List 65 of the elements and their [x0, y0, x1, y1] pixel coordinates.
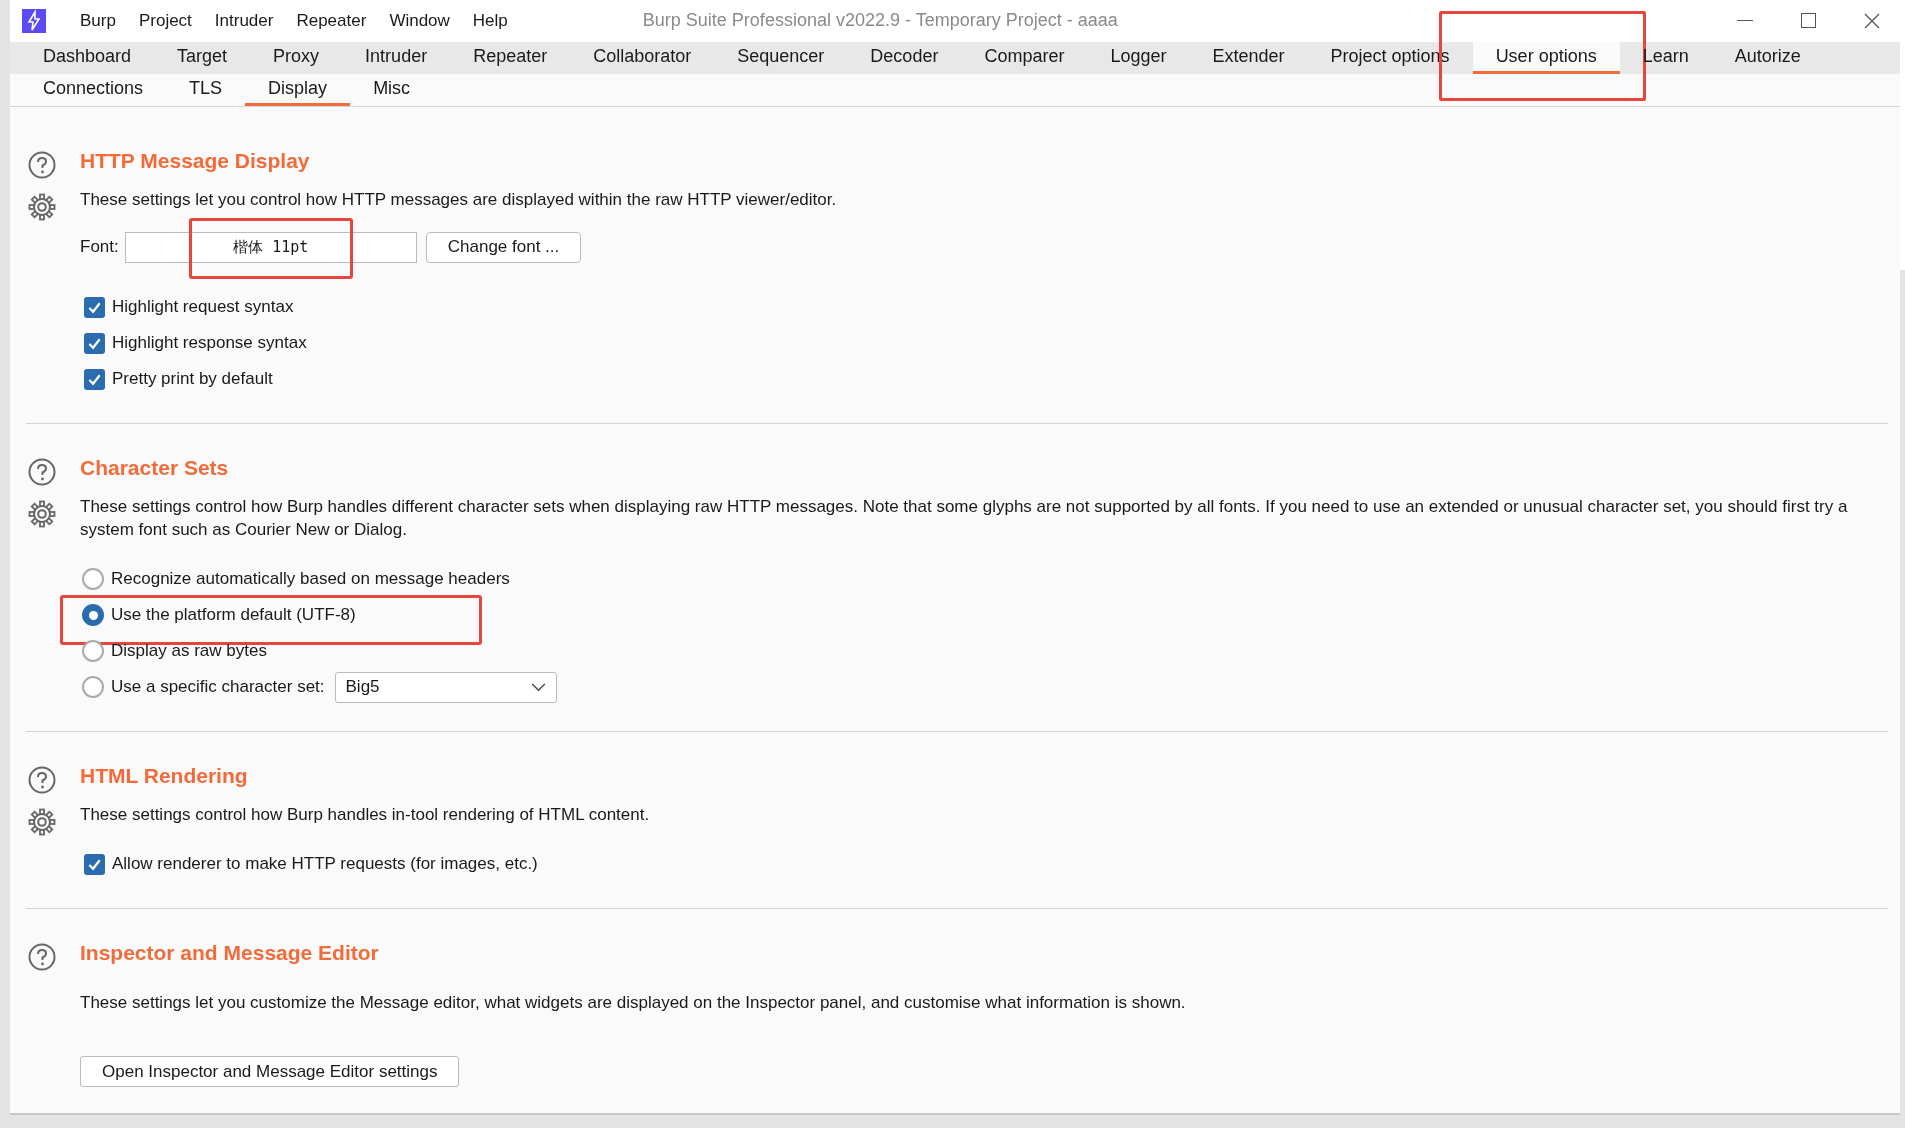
tab[interactable]: Extender	[1189, 41, 1308, 75]
radio-label: Use the platform default (UTF-8)	[111, 604, 356, 627]
tab[interactable]: Proxy	[250, 41, 343, 75]
tab[interactable]: User options	[1472, 41, 1620, 75]
menu-item[interactable]: Intruder	[214, 8, 274, 34]
maximize-icon[interactable]	[1801, 13, 1816, 29]
checkbox[interactable]	[84, 853, 105, 875]
open-settings-button[interactable]: Open Inspector and Message Editor settings	[80, 1056, 460, 1087]
close-icon[interactable]	[1864, 12, 1880, 29]
app-logo-icon	[22, 8, 46, 33]
radio-label: Recognize automatically based on message headers	[111, 568, 510, 591]
section-description: These settings control how Burp handles different character sets when displaying raw HTTP messages. Note that some glyphs are not supported by all fonts. If you need to use an extended or unusual character set, you should first try a system font such as Courier New or Dialog.	[80, 496, 1849, 541]
checkbox[interactable]	[84, 368, 105, 390]
radio-label: Use a specific character set:	[111, 676, 325, 699]
help-icon[interactable]	[28, 943, 56, 971]
change-font-button[interactable]: Change font ...	[425, 231, 582, 263]
radio-button[interactable]	[82, 640, 104, 662]
font-field[interactable]: 楷体 11pt	[124, 231, 417, 263]
tab[interactable]: Collaborator	[570, 41, 715, 75]
help-icon[interactable]	[28, 151, 56, 179]
help-icon[interactable]	[28, 458, 56, 486]
radio-button[interactable]	[82, 568, 104, 590]
radio-button[interactable]	[82, 676, 104, 698]
tab[interactable]: Comparer	[961, 41, 1088, 75]
settings-icon[interactable]	[28, 500, 56, 528]
tab[interactable]: Logger	[1087, 41, 1190, 75]
tab[interactable]: Dashboard	[20, 41, 155, 75]
minimize-icon[interactable]	[1737, 19, 1753, 22]
section-description: These settings let you control how HTTP messages are displayed within the raw HTTP viewer/editor.	[80, 189, 838, 211]
radio-button[interactable]	[82, 604, 104, 626]
help-icon[interactable]	[28, 766, 56, 794]
section-heading: Character Sets	[80, 455, 230, 481]
tab[interactable]: TLS	[166, 74, 246, 106]
window-title: Burp Suite Professional v2022.9 - Temporary Project - aaaa	[642, 9, 1118, 33]
tab[interactable]: Decoder	[847, 41, 962, 75]
section-description: These settings let you customize the Message editor, what widgets are displayed on the Inspector panel, and customise what information is shown.	[80, 992, 1187, 1014]
tab[interactable]: Connections	[20, 74, 167, 106]
section-description: These settings control how Burp handles in-tool rendering of HTML content.	[80, 804, 651, 826]
field-label: Font:	[80, 236, 119, 259]
tab[interactable]: Autorize	[1711, 41, 1824, 75]
checkbox-label: Pretty print by default	[112, 368, 273, 391]
settings-icon[interactable]	[28, 193, 56, 221]
checkbox-label: Highlight response syntax	[112, 332, 307, 355]
section-heading: HTML Rendering	[80, 763, 249, 789]
tab[interactable]: Display	[245, 74, 351, 106]
tab[interactable]: Intruder	[342, 41, 451, 75]
section-heading: Inspector and Message Editor	[80, 940, 380, 966]
menu-item[interactable]: Help	[472, 8, 508, 34]
checkbox[interactable]	[84, 332, 105, 354]
menu-item[interactable]: Window	[389, 8, 450, 34]
checkbox-label: Allow renderer to make HTTP requests (for images, etc.)	[112, 853, 538, 876]
checkbox[interactable]	[84, 296, 105, 318]
menu-item[interactable]: Repeater	[296, 8, 367, 34]
tab[interactable]: Repeater	[450, 41, 571, 75]
section-heading: HTTP Message Display	[80, 148, 311, 174]
chevron-down-icon	[530, 682, 546, 692]
tab[interactable]: Sequencer	[714, 41, 848, 75]
checkbox-label: Highlight request syntax	[112, 296, 294, 319]
tab[interactable]: Target	[154, 41, 251, 75]
tab[interactable]: Misc	[350, 74, 434, 106]
radio-label: Display as raw bytes	[111, 640, 267, 663]
charset-dropdown[interactable]: Big5	[334, 671, 557, 703]
menu-item[interactable]: Burp	[80, 8, 116, 34]
settings-icon[interactable]	[28, 808, 56, 836]
menu-item[interactable]: Project	[138, 8, 192, 34]
